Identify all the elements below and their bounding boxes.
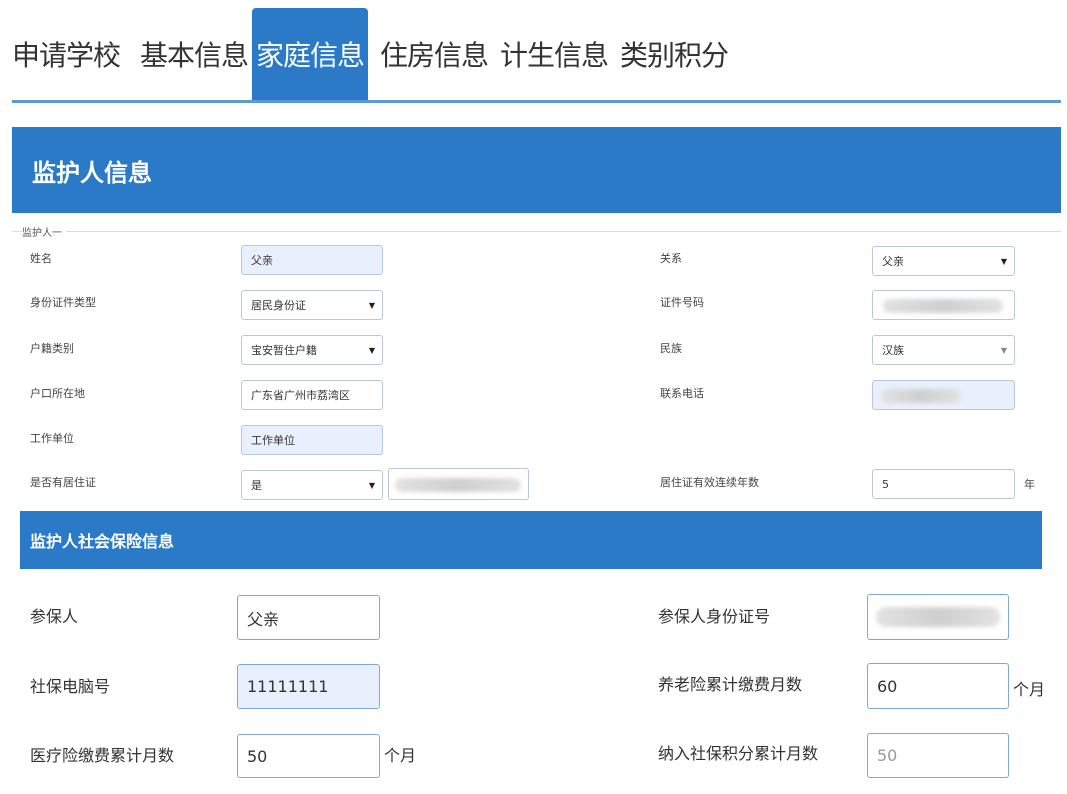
ethnicity-label: 民族 xyxy=(660,342,682,355)
medical-months-value: 50 xyxy=(247,746,268,766)
pension-months-input[interactable]: 60 xyxy=(867,663,1009,709)
id-type-select[interactable]: 居民身份证 xyxy=(241,290,383,320)
medical-months-label: 医疗险缴费累计月数 xyxy=(30,746,175,765)
points-months-value: 50 xyxy=(877,746,898,765)
social-insurance-section-header: 监护人社会保险信息 xyxy=(20,511,1042,569)
phone-input[interactable] xyxy=(872,380,1015,410)
tab-basic-info[interactable]: 基本信息 xyxy=(140,8,249,100)
insured-person-label: 参保人 xyxy=(30,607,79,626)
tab-apply-school[interactable]: 申请学校 xyxy=(12,8,121,100)
permit-years-unit: 年 xyxy=(1024,478,1035,491)
redacted-phone xyxy=(881,389,961,403)
work-unit-value: 工作单位 xyxy=(251,434,295,447)
permit-years-input[interactable]: 5 xyxy=(872,469,1015,499)
insured-person-input[interactable]: 父亲 xyxy=(237,595,380,640)
residence-permit-value: 是 xyxy=(251,479,262,492)
medical-months-unit: 个月 xyxy=(384,746,417,765)
id-type-value: 居民身份证 xyxy=(251,299,306,312)
name-label: 姓名 xyxy=(30,252,52,265)
insured-person-value: 父亲 xyxy=(247,609,280,629)
residence-permit-number-input[interactable] xyxy=(388,468,529,500)
redacted-insured-id xyxy=(876,607,1000,627)
guardian-section-header: 监护人信息 xyxy=(12,127,1061,213)
insured-id-label: 参保人身份证号 xyxy=(658,607,771,626)
hukou-location-input[interactable]: 广东省广州市荔湾区 xyxy=(241,380,383,410)
insured-id-input[interactable] xyxy=(867,594,1009,640)
hukou-location-label: 户口所在地 xyxy=(30,387,85,400)
tab-category-points[interactable]: 类别积分 xyxy=(620,8,729,100)
hukou-type-value: 宝安暂住户籍 xyxy=(251,344,317,357)
pension-months-unit: 个月 xyxy=(1013,680,1046,699)
social-insurance-section-title: 监护人社会保险信息 xyxy=(30,532,175,551)
medical-months-input[interactable]: 50 xyxy=(237,734,380,778)
name-value: 父亲 xyxy=(251,254,273,267)
phone-label: 联系电话 xyxy=(660,387,704,400)
ethnicity-value: 汉族 xyxy=(882,344,904,357)
redacted-permit-number xyxy=(395,478,521,492)
guardian-one-legend: 监护人一 xyxy=(22,224,66,239)
points-months-label: 纳入社保积分累计月数 xyxy=(658,744,819,763)
si-number-value: 11111111 xyxy=(247,677,329,696)
residence-permit-select[interactable]: 是 xyxy=(241,470,383,500)
guardian-section-title: 监护人信息 xyxy=(32,158,152,187)
pension-months-value: 60 xyxy=(877,676,898,696)
hukou-type-label: 户籍类别 xyxy=(30,342,74,355)
pension-months-label: 养老险累计缴费月数 xyxy=(658,675,803,694)
tab-housing-info[interactable]: 住房信息 xyxy=(380,8,489,100)
redacted-id-number xyxy=(883,299,1003,313)
permit-years-value: 5 xyxy=(882,477,889,491)
residence-permit-label: 是否有居住证 xyxy=(30,476,96,489)
work-unit-label: 工作单位 xyxy=(30,432,74,445)
fieldset-divider xyxy=(12,231,1061,232)
hukou-location-value: 广东省广州市荔湾区 xyxy=(251,389,350,402)
relation-value: 父亲 xyxy=(882,255,904,268)
id-number-input[interactable] xyxy=(872,290,1015,320)
relation-select[interactable]: 父亲 xyxy=(872,246,1015,276)
hukou-type-select[interactable]: 宝安暂住户籍 xyxy=(241,335,383,365)
name-input[interactable]: 父亲 xyxy=(241,245,383,275)
si-number-label: 社保电脑号 xyxy=(30,677,111,696)
tab-family-planning-info[interactable]: 计生信息 xyxy=(500,8,609,100)
id-type-label: 身份证件类型 xyxy=(30,296,96,309)
work-unit-input[interactable]: 工作单位 xyxy=(241,425,383,455)
tab-family-info[interactable]: 家庭信息 xyxy=(252,8,368,100)
relation-label: 关系 xyxy=(660,252,682,265)
si-number-input[interactable]: 11111111 xyxy=(237,664,380,709)
id-number-label: 证件号码 xyxy=(660,296,704,309)
points-months-input[interactable]: 50 xyxy=(867,733,1009,778)
permit-years-label: 居住证有效连续年数 xyxy=(660,476,759,489)
tab-bar: 申请学校 基本信息 家庭信息 住房信息 计生信息 类别积分 xyxy=(12,0,1061,103)
ethnicity-select[interactable]: 汉族 xyxy=(872,335,1015,365)
